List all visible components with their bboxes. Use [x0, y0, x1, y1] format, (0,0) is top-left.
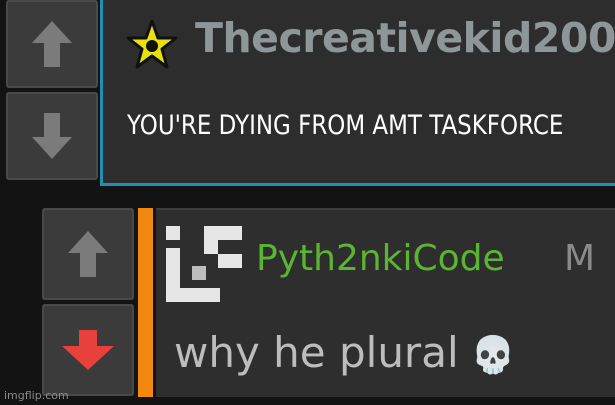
comment-1-text: YOU'RE DYING FROM AMT TASKFORCE: [127, 110, 564, 141]
comment-2-upvote-button[interactable]: [42, 208, 134, 300]
comment-1-username[interactable]: Thecreativekid2007: [195, 14, 615, 62]
comment-2-vote-column: [42, 208, 134, 397]
comment-2-user-tag: M: [564, 238, 596, 279]
skull-icon: 💀: [470, 335, 516, 376]
down-arrow-icon: [62, 330, 114, 370]
comment-2-card: Pyth2nkiCode M why he plural 💀: [156, 208, 615, 397]
comment-1-card: Thecreativekid2007 YOU'RE DYING FROM AMT…: [100, 0, 615, 186]
pixel-avatar-icon: [166, 226, 242, 302]
comment-1-upvote-button[interactable]: [6, 0, 98, 88]
comment-2-text: why he plural 💀: [174, 328, 515, 377]
up-arrow-icon: [32, 21, 72, 67]
comment-2-text-body: why he plural: [174, 328, 459, 377]
watermark: imgflip.com: [4, 389, 69, 402]
up-arrow-icon: [68, 231, 108, 277]
star-badge-icon: [126, 19, 178, 69]
comment-1-downvote-button[interactable]: [6, 92, 98, 180]
comment-thread: Thecreativekid2007 YOU'RE DYING FROM AMT…: [0, 0, 615, 405]
down-arrow-icon: [32, 113, 72, 159]
comment-2-accent-bar: [138, 208, 153, 397]
comment-2-downvote-button[interactable]: [42, 304, 134, 396]
comment-1-vote-column: [6, 0, 98, 186]
comment-2-username[interactable]: Pyth2nkiCode: [256, 238, 505, 279]
